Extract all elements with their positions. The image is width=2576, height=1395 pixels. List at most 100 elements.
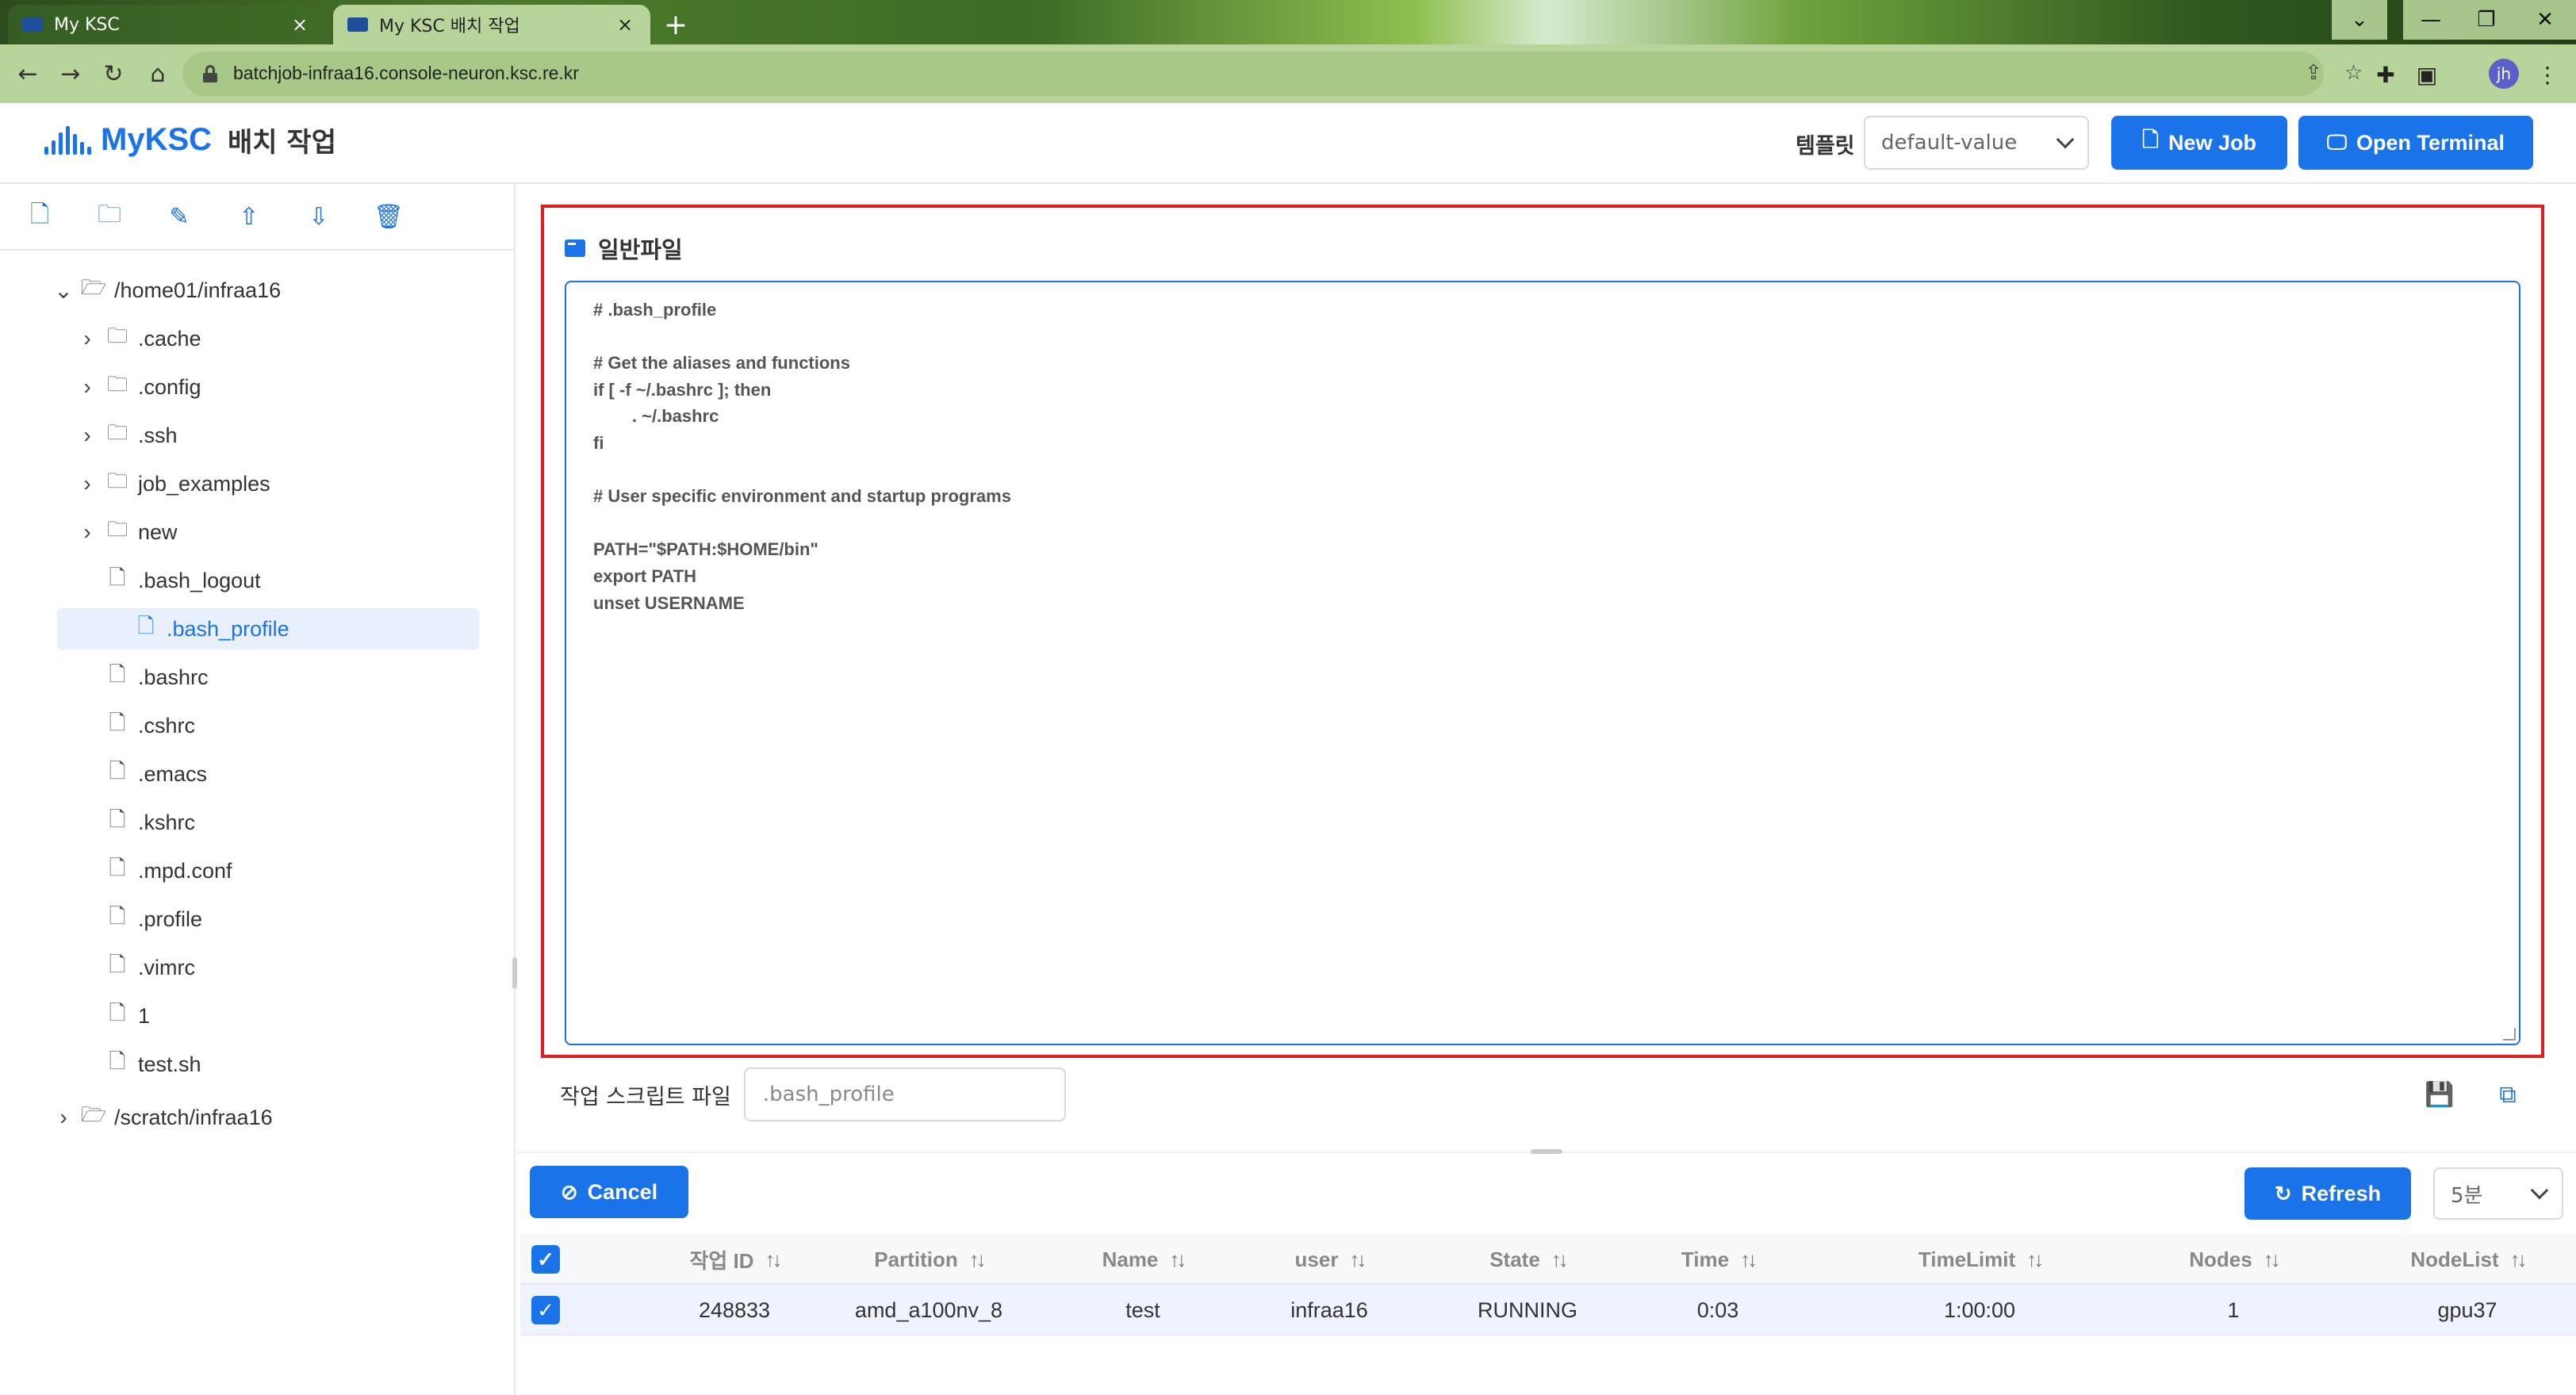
tree-file-item[interactable]: 🗋 test.sh [73, 1044, 470, 1085]
extensions-icon[interactable]: ✚ [2368, 57, 2403, 92]
save-icon[interactable]: 💾 [2421, 1075, 2459, 1113]
profile-avatar[interactable]: jh [2489, 59, 2519, 89]
close-window-icon[interactable]: ✕ [2514, 0, 2576, 40]
column-header[interactable]: 작업 ID ↑↓ [655, 1234, 814, 1285]
tree-folder-item[interactable]: › 🗀 .cache [73, 318, 470, 359]
sort-icon[interactable]: ↑↓ [969, 1247, 987, 1272]
sort-icon[interactable]: ↑↓ [1349, 1247, 1367, 1272]
new-job-button[interactable]: 🗋 New Job [2111, 116, 2287, 170]
chevron-right-icon[interactable]: › [49, 1105, 78, 1130]
tree-file-item[interactable]: 🗋 .kshrc [73, 802, 470, 843]
row-checkbox[interactable]: ✓ [531, 1296, 560, 1324]
column-header-label: Time [1681, 1247, 1730, 1271]
minimize-icon[interactable]: — [2403, 0, 2459, 40]
job-id-link[interactable]: 248833 [655, 1285, 814, 1336]
column-header[interactable]: NodeList ↑↓ [2360, 1234, 2574, 1285]
refresh-button[interactable]: ↻ Refresh [2244, 1167, 2411, 1220]
column-header[interactable]: State ↑↓ [1416, 1234, 1639, 1285]
sort-icon[interactable]: ↑↓ [2510, 1247, 2528, 1272]
select-all-checkbox[interactable]: ✓ [531, 1245, 560, 1274]
new-folder-icon[interactable]: 🗀 [90, 197, 128, 236]
chevron-right-icon[interactable]: › [73, 471, 102, 496]
code-line: PATH="$PATH:$HOME/bin" [593, 539, 818, 560]
sort-icon[interactable]: ↑↓ [1169, 1247, 1186, 1272]
sort-icon[interactable]: ↑↓ [2026, 1247, 2044, 1272]
open-terminal-button[interactable]: 🖵 Open Terminal [2298, 116, 2533, 170]
tree-folder-item[interactable]: › 🗀 new [73, 512, 470, 553]
panel-resize-handle[interactable] [1531, 1149, 1562, 1154]
chevron-right-icon[interactable]: › [73, 326, 102, 351]
tree-file-item[interactable]: 🗋 .mpd.conf [73, 850, 470, 891]
side-panel-icon[interactable]: ▣ [2409, 57, 2444, 92]
bookmark-star-icon[interactable]: ☆ [2344, 61, 2363, 85]
menu-kebab-icon[interactable]: ⋮ [2530, 57, 2565, 92]
tree-folder-item[interactable]: ⌄ 🗁 /home01/infraa16 [49, 270, 446, 311]
trash-icon[interactable]: 🗑 [370, 197, 408, 236]
column-header[interactable]: Partition ↑↓ [822, 1234, 1036, 1285]
chevron-down-icon[interactable]: ⌄ [49, 278, 78, 304]
tree-file-item[interactable]: 🗋 .cshrc [73, 705, 470, 746]
script-file-input[interactable]: .bash_profile [743, 1067, 1066, 1121]
download-icon[interactable]: ⇩ [300, 197, 338, 236]
tree-folder-item[interactable]: › 🗀 .ssh [73, 415, 470, 456]
tree-item-label: /scratch/infraa16 [114, 1105, 273, 1129]
rename-file-icon[interactable]: ✎ [160, 197, 198, 236]
tree-file-item[interactable]: 🗋 .bash_profile [57, 608, 479, 650]
restore-icon[interactable]: ❐ [2459, 0, 2514, 40]
cell-state: RUNNING [1478, 1297, 1577, 1322]
copy-icon[interactable]: ⧉ [2489, 1075, 2527, 1113]
share-icon[interactable]: ⇪ [2305, 61, 2322, 85]
chevron-right-icon[interactable]: › [73, 519, 102, 545]
forward-icon[interactable]: → [51, 54, 90, 94]
tree-file-item[interactable]: 🗋 .bash_logout [73, 560, 470, 601]
new-job-label: New Job [2168, 130, 2256, 155]
column-header[interactable]: Nodes ↑↓ [2106, 1234, 2360, 1285]
app-logo[interactable]: MyKSC 배치 작업 [44, 121, 336, 159]
tree-item-label: .cshrc [138, 713, 196, 738]
cancel-job-button[interactable]: ⊘ Cancel [530, 1166, 688, 1218]
chevron-right-icon[interactable]: › [73, 423, 102, 448]
new-tab-button[interactable]: + [660, 10, 692, 41]
template-select[interactable]: default-value [1864, 116, 2089, 170]
column-header[interactable]: user ↑↓ [1242, 1234, 1416, 1285]
tree-file-item[interactable]: 🗋 .profile [73, 899, 470, 940]
tree-folder-item[interactable]: › 🗁 /scratch/infraa16 [49, 1097, 446, 1138]
column-header[interactable]: Time ↑↓ [1615, 1234, 1821, 1285]
table-row[interactable]: ✓ 248833 amd_a100nv_8 test infraa16 RUNNING 0:… [520, 1285, 2576, 1336]
home-icon[interactable]: ⌂ [138, 54, 178, 94]
new-file-icon[interactable]: 🗋 [21, 197, 59, 236]
back-icon[interactable]: ← [8, 54, 48, 94]
browser-tab-myksc[interactable]: My KSC × [8, 5, 325, 44]
sort-icon[interactable]: ↑↓ [1551, 1247, 1569, 1272]
sidebar-resize-handle[interactable] [512, 957, 517, 989]
chevron-right-icon[interactable]: › [73, 374, 102, 400]
reload-icon[interactable]: ↻ [94, 54, 133, 94]
upload-icon[interactable]: ⇧ [230, 197, 268, 236]
tab-title: My KSC 배치 작업 [379, 17, 520, 36]
tab-close-icon[interactable]: × [289, 13, 311, 36]
column-header[interactable]: Name ↑↓ [1044, 1234, 1242, 1285]
chevron-down-icon [2056, 130, 2075, 149]
tree-folder-item[interactable]: › 🗀 .config [73, 366, 470, 408]
code-editor-textarea[interactable]: # .bash_profile # Get the aliases and fun… [565, 281, 2520, 1045]
sort-icon[interactable]: ↑↓ [1740, 1247, 1758, 1272]
refresh-interval-select[interactable]: 5분 [2433, 1167, 2563, 1220]
tree-folder-item[interactable]: › 🗀 job_examples [73, 463, 470, 504]
tree-file-item[interactable]: 🗋 .emacs [73, 753, 470, 795]
file-icon: 🗋 [109, 1001, 126, 1025]
interval-value: 5분 [2451, 1183, 2483, 1208]
lock-icon[interactable] [203, 65, 217, 82]
tree-file-item[interactable]: 🗋 1 [73, 995, 470, 1037]
sort-icon[interactable]: ↑↓ [2264, 1247, 2281, 1272]
resize-grip-icon[interactable] [2503, 1028, 2516, 1041]
sort-icon[interactable]: ↑↓ [765, 1247, 783, 1272]
column-header[interactable]: TimeLimit ↑↓ [1853, 1234, 2106, 1285]
address-bar[interactable]: batchjob-infraa16.console-neuron.ksc.re.… [182, 52, 2363, 96]
folder-icon: 🗁 [80, 275, 107, 299]
tab-close-icon[interactable]: × [614, 13, 636, 36]
browser-tab-batch-job[interactable]: My KSC 배치 작업 × [333, 5, 650, 44]
url-text[interactable]: batchjob-infraa16.console-neuron.ksc.re.… [233, 63, 579, 84]
tree-file-item[interactable]: 🗋 .bashrc [73, 657, 470, 698]
tree-file-item[interactable]: 🗋 .vimrc [73, 947, 470, 988]
tab-search-icon[interactable]: ⌄ [2332, 0, 2387, 40]
